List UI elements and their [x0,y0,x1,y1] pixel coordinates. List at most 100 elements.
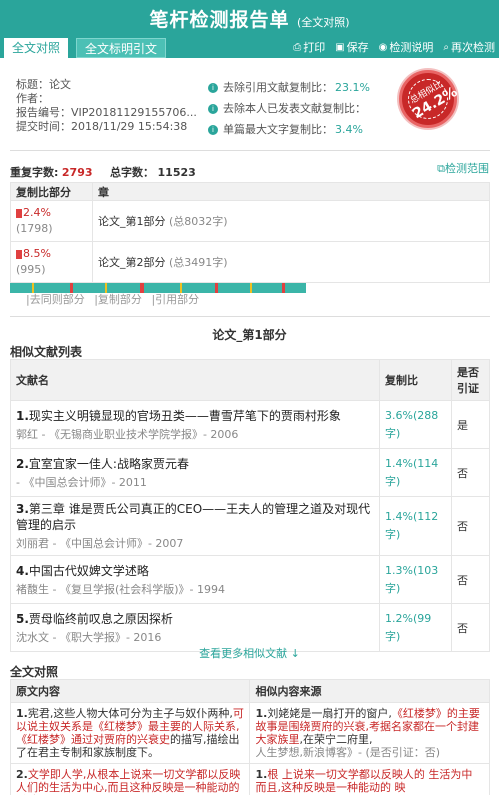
total-value: 11523 [157,166,196,179]
doc-row[interactable]: 1.现实主义明镜显现的官场丑类——曹雪芹笔下的贾雨村形象 郭红 - 《无锡商业职… [10,400,490,449]
legend-item: |复制部分 [94,293,142,306]
parts-header-row: 复制比部分 章 [10,182,490,201]
doc-title-line[interactable]: 2.宜室宜家一佳人:战略家贾元春 [16,456,374,472]
report-header: 笔杆检测报告单 (全文对照) 全文对照 全文标明引文 ⎙ 打印 ▣ 保存 ◉ 检… [0,0,499,58]
divider [10,150,490,151]
doc-row[interactable]: 2.宜室宜家一佳人:战略家贾元春 - 《中国总会计师》- 2011 1.4%(1… [10,448,490,497]
doc-cite: 否 [451,555,490,604]
metric-exclude-cited: i 去除引用文献复制比： 23.1% [208,77,388,98]
parts-chapter[interactable]: 论文_第1部分 [98,215,166,228]
metric-label: 单篇最大文字复制比： [223,123,333,136]
recheck-label: 再次检测 [451,41,495,54]
doc-num: 1. [16,408,29,423]
doc-title: 第三章 谁是贾氏公司真正的CEO——王夫人的管理之道及对现代管理的启示 [16,502,371,532]
metric-label: 去除引用文献复制比： [223,81,333,94]
doc-title-line[interactable]: 5.贾母临终前叹息之原因探析 [16,611,374,627]
doc-title: 现实主义明镜显现的官场丑类——曹雪芹笔下的贾雨村形象 [28,408,341,423]
parts-row[interactable]: 8.5% (995) 论文_第2部分 (总3491字) [10,241,490,283]
info-dot-icon: i [208,124,218,135]
doc-cite: 否 [451,496,490,556]
ft-source-cell: 1.刘姥姥是一扇打开的窗户,《红楼梦》的主要故事是围绕贾府的兴衰,考据名家都在一… [249,702,490,764]
pct-bar [16,249,22,259]
ft-source-cell: 1.根 上说来一切文学都以反映人的 生活为中 而且,这种反映是一种能动的 映 [249,763,490,795]
recheck-button[interactable]: ⌕ 再次检测 [443,39,495,55]
doc-cite: 否 [451,448,490,497]
doc-title-line[interactable]: 4.中国古代奴婢文学述略 [16,563,374,579]
word-counts: 重复字数: 2793 总字数： 11523 [10,164,196,180]
help-label: 检测说明 [389,41,434,54]
parts-pct: 8.5% [23,247,51,260]
parts-row[interactable]: 2.4% (1798) 论文_第1部分 (总8032字) [10,200,490,242]
doc-row[interactable]: 4.中国古代奴婢文学述略 褚馥生 - 《复旦学报(社会科学版)》- 1994 1… [10,555,490,604]
metric-value: 3.4% [335,123,363,136]
doc-row[interactable]: 3.第三章 谁是贾氏公司真正的CEO——王夫人的管理之道及对现代管理的启示 刘丽… [10,496,490,556]
info-dot-icon: i [208,103,218,114]
report-subtitle: (全文对照) [296,16,350,29]
doc-title-line[interactable]: 3.第三章 谁是贾氏公司真正的CEO——王夫人的管理之道及对现代管理的启示 [16,501,374,533]
doc-title: 贾母临终前叹息之原因探析 [28,611,173,626]
parts-count: (1798) [16,222,53,235]
doc-ratio: 1.4%(112字) [379,496,452,556]
doc-num: 4. [16,563,29,578]
docs-header-name: 文献名 [10,359,380,401]
doc-cell: 3.第三章 谁是贾氏公司真正的CEO——王夫人的管理之道及对现代管理的启示 刘丽… [10,496,380,556]
fulltext-table: 原文内容 相似内容来源 1.宪君,这些人物大体可分为主子与奴仆两种,可以说主奴关… [9,679,490,795]
parts-pct-cell: 2.4% (1798) [10,200,93,242]
ft-text: ,在荣宁二府里, [299,733,373,746]
doc-ratio: 3.6%(288字) [379,400,452,449]
ft-row: 1.宪君,这些人物大体可分为主子与奴仆两种,可以说主奴关系是《红楼梦》最主要的人… [9,702,490,764]
ft-header-row: 原文内容 相似内容来源 [9,679,490,703]
docs-header-ratio: 复制比 [379,359,452,401]
parts-chapter-cell: 论文_第2部分 (总3491字) [92,241,490,283]
ft-header-original: 原文内容 [9,679,251,703]
print-label: 打印 [303,41,326,54]
ft-source-meta: 人生梦想,新浪博客》- (是否引证：否) [255,746,441,759]
ft-num: 1. [255,707,268,720]
parts-total: (总8032字) [169,215,228,228]
doc-ratio: 1.4%(114字) [379,448,452,497]
fulltext-title: 全文对照 [10,665,59,679]
doc-ratio: 1.3%(103字) [379,555,452,604]
check-range-link[interactable]: ⧉检测范围 [437,160,489,176]
similarity-stamp: 总相似比 24.2% [399,70,460,128]
doc-meta: - 《中国总会计师》- 2011 [16,475,147,489]
report-info: 标题：论文 作者： 报告编号：VIP20181129155706... 提交时间… [16,78,216,134]
dup-value: 2793 [61,166,93,179]
tab-full-compare[interactable]: 全文对照 [4,38,69,58]
doc-num: 2. [16,456,29,471]
search-icon: ⌕ [443,41,449,53]
tab-full-cited[interactable]: 全文标明引文 [76,38,167,58]
similar-list-title: 相似文献列表 [10,345,83,359]
total-label: 总字数： [110,166,155,179]
divider [10,316,490,317]
save-icon: ▣ [335,41,345,53]
doc-cite: 是 [451,400,490,449]
help-icon: ◉ [378,41,388,53]
dup-label: 重复字数: [10,166,59,179]
help-button[interactable]: ◉ 检测说明 [379,39,434,55]
doc-cell: 1.现实主义明镜显现的官场丑类——曹雪芹笔下的贾雨村形象 郭红 - 《无锡商业职… [10,400,380,449]
parts-header-chapter: 章 [92,182,490,201]
doc-meta: 郭红 - 《无锡商业职业技术学院学报》- 2006 [16,427,239,441]
parts-chapter[interactable]: 论文_第2部分 [98,256,166,269]
range-icon: ⧉ [437,162,445,175]
more-similar-link[interactable]: 查看更多相似文献 ↓ [0,645,499,661]
doc-cell: 4.中国古代奴婢文学述略 褚馥生 - 《复旦学报(社会科学版)》- 1994 [10,555,380,604]
ft-num: 2. [16,768,28,781]
doc-meta: 沈水文 - 《职大学报》- 2016 [16,630,162,644]
stripe-legend: |去同则部分 |复制部分 |引用部分 [26,291,205,307]
info-title: 标题：论文 [16,78,71,91]
doc-meta: 刘丽君 - 《中国总会计师》- 2007 [16,537,184,550]
parts-pct: 2.4% [23,206,51,219]
save-button[interactable]: ▣ 保存 [335,39,368,55]
metric-exclude-self: i 去除本人已发表文献复制比： [208,98,388,119]
ft-text: 刘姥姥是一扇打开的窗户, [267,707,392,720]
doc-title: 宜室宜家一佳人:战略家贾元春 [28,456,189,471]
info-report-no: 报告编号：VIP20181129155706... [16,106,197,119]
parts-count: (995) [16,263,46,276]
printer-icon: ⎙ [293,41,302,53]
doc-title-line[interactable]: 1.现实主义明镜显现的官场丑类——曹雪芹笔下的贾雨村形象 [16,408,374,424]
print-button[interactable]: ⎙ 打印 [293,39,325,55]
range-label: 检测范围 [445,162,489,175]
parts-header-pct: 复制比部分 [10,182,93,201]
